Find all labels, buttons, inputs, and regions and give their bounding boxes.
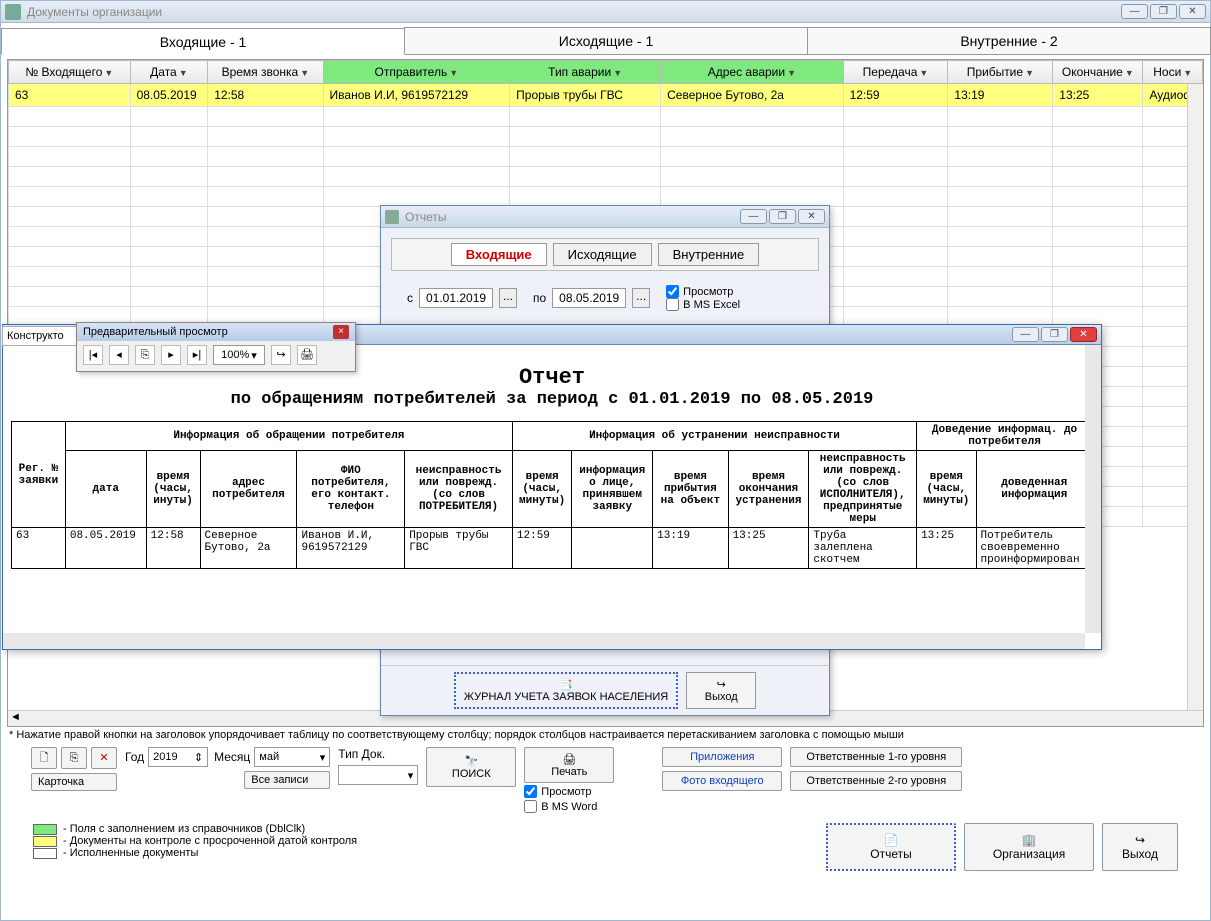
- doctype-label: Тип Док.: [338, 747, 385, 761]
- preview-checkbox[interactable]: [524, 785, 537, 798]
- preview-h-scrollbar[interactable]: [3, 633, 1085, 649]
- col-end[interactable]: Окончание▼: [1053, 61, 1143, 84]
- date-from-input[interactable]: 01.01.2019: [419, 288, 493, 308]
- copy-button[interactable]: ⎘: [61, 747, 87, 769]
- binoculars-icon: 🔭: [464, 755, 478, 768]
- dlg-exit-button[interactable]: ↪Выход: [686, 672, 756, 709]
- journal-icon: 📑: [559, 678, 573, 691]
- all-records-button[interactable]: Все записи: [244, 771, 330, 789]
- legend-swatch-green: [33, 824, 57, 835]
- app-icon: [5, 4, 21, 20]
- minimize-button[interactable]: —: [1121, 4, 1148, 19]
- preview-tb-close[interactable]: ×: [333, 325, 349, 339]
- preview-maximize-button[interactable]: ❐: [1041, 327, 1068, 342]
- dlg-minimize-button[interactable]: —: [740, 209, 767, 224]
- prev-page-button[interactable]: ◂: [109, 345, 129, 365]
- main-title-bar: Документы организации — ❐ ✕: [1, 1, 1210, 23]
- card-button[interactable]: Карточка: [31, 773, 117, 791]
- report-icon: 📄: [884, 833, 899, 847]
- responsible2-button[interactable]: Ответственные 2-го уровня: [790, 771, 962, 791]
- main-tabs: Входящие - 1 Исходящие - 1 Внутренние - …: [1, 27, 1210, 55]
- month-select[interactable]: май▾: [254, 747, 330, 767]
- org-icon: 🏢: [1022, 833, 1037, 847]
- next-page-button[interactable]: ▸: [161, 345, 181, 365]
- table-row[interactable]: [9, 107, 1203, 127]
- first-page-button[interactable]: |◂: [83, 345, 103, 365]
- col-fault-addr[interactable]: Адрес аварии▼: [661, 61, 843, 84]
- report-subtitle: по обращениям потребителей за период с 0…: [11, 390, 1093, 409]
- col-carrier[interactable]: Носи▼: [1143, 61, 1203, 84]
- grid-v-scrollbar[interactable]: [1187, 84, 1203, 710]
- table-row[interactable]: [9, 167, 1203, 187]
- msword-checkbox[interactable]: [524, 800, 537, 813]
- dlg-close-button[interactable]: ✕: [798, 209, 825, 224]
- exit-icon: ↪: [717, 678, 726, 691]
- date-to-picker[interactable]: ...: [632, 288, 650, 308]
- date-to-input[interactable]: 08.05.2019: [552, 288, 626, 308]
- reports-dialog-title-bar: Отчеты — ❐ ✕: [381, 206, 829, 228]
- doctype-select[interactable]: ▾: [338, 765, 418, 785]
- dlg-tab-outgoing[interactable]: Исходящие: [553, 243, 652, 266]
- tab-incoming[interactable]: Входящие - 1: [1, 28, 405, 55]
- table-row[interactable]: [9, 147, 1203, 167]
- dlg-tab-incoming[interactable]: Входящие: [451, 243, 547, 266]
- organization-button[interactable]: 🏢Организация: [964, 823, 1094, 871]
- col-arrival[interactable]: Прибытие▼: [948, 61, 1053, 84]
- bottom-controls: 🗋 ⎘ ✕ Карточка Год 2019⇕ Месяц май▾ Все …: [1, 743, 1210, 817]
- table-row[interactable]: [9, 127, 1203, 147]
- exit-button[interactable]: ↪Выход: [1102, 823, 1178, 871]
- constructor-tab[interactable]: Конструкто: [2, 326, 78, 346]
- legend-swatch-white: [33, 848, 57, 859]
- hint-text: * Нажатие правой кнопки на заголовок упо…: [1, 727, 1210, 743]
- dlg-preview-checkbox[interactable]: [666, 285, 679, 298]
- dialog-icon: [385, 210, 399, 224]
- legend-swatch-yellow: [33, 836, 57, 847]
- tab-internal[interactable]: Внутренние - 2: [807, 27, 1211, 54]
- photo-button[interactable]: Фото входящего: [662, 771, 782, 791]
- tab-outgoing[interactable]: Исходящие - 1: [404, 27, 808, 54]
- preview-window: — ❐ ✕ Отчет по обращениям потребителей з…: [2, 324, 1102, 650]
- col-num[interactable]: № Входящего▼: [9, 61, 131, 84]
- year-input[interactable]: 2019⇕: [148, 747, 208, 767]
- col-transfer[interactable]: Передача▼: [843, 61, 948, 84]
- printer-icon: 🖨: [562, 753, 576, 766]
- main-title-text: Документы организации: [27, 5, 1121, 19]
- preview-minimize-button[interactable]: —: [1012, 327, 1039, 342]
- attachments-button[interactable]: Приложения: [662, 747, 782, 767]
- preview-toolbar: Предварительный просмотр × |◂ ◂ ⎘ ▸ ▸| 1…: [76, 322, 356, 372]
- exit-icon: ↪: [1135, 833, 1145, 847]
- pages-button[interactable]: ⎘: [135, 345, 155, 365]
- responsible1-button[interactable]: Ответственные 1-го уровня: [790, 747, 962, 767]
- last-page-button[interactable]: ▸|: [187, 345, 207, 365]
- col-fault-type[interactable]: Тип аварии▼: [510, 61, 661, 84]
- month-label: Месяц: [214, 750, 250, 764]
- print-preview-button[interactable]: 🖨: [297, 345, 317, 365]
- preview-close-button[interactable]: ✕: [1070, 327, 1097, 342]
- report-table: Рег. № заявки Информация об обращении по…: [11, 421, 1093, 569]
- date-from-picker[interactable]: ...: [499, 288, 517, 308]
- close-button[interactable]: ✕: [1179, 4, 1206, 19]
- dlg-excel-checkbox[interactable]: [666, 298, 679, 311]
- col-sender[interactable]: Отправитель▼: [323, 61, 510, 84]
- reports-button[interactable]: 📄Отчеты: [826, 823, 956, 871]
- table-row[interactable]: [9, 187, 1203, 207]
- search-button[interactable]: 🔭ПОИСК: [426, 747, 516, 787]
- legend: - Поля с заполнением из справочников (Db…: [1, 817, 1210, 877]
- col-time[interactable]: Время звонка▼: [208, 61, 323, 84]
- delete-button[interactable]: ✕: [91, 747, 117, 769]
- print-button[interactable]: 🖨Печать: [524, 747, 614, 783]
- maximize-button[interactable]: ❐: [1150, 4, 1177, 19]
- dlg-tab-internal[interactable]: Внутренние: [658, 243, 760, 266]
- col-date[interactable]: Дата▼: [130, 61, 208, 84]
- report-row: 63 08.05.2019 12:58 Северное Бутово, 2а …: [12, 528, 1093, 569]
- preview-v-scrollbar[interactable]: [1085, 345, 1101, 633]
- zoom-select[interactable]: 100%▾: [213, 345, 265, 365]
- dlg-maximize-button[interactable]: ❐: [769, 209, 796, 224]
- table-row[interactable]: 63 08.05.2019 12:58 Иванов И.И, 96195721…: [9, 84, 1203, 107]
- close-preview-icon-button[interactable]: ↪: [271, 345, 291, 365]
- new-doc-button[interactable]: 🗋: [31, 747, 57, 769]
- report-content: Отчет по обращениям потребителей за пери…: [3, 345, 1101, 573]
- journal-button[interactable]: 📑ЖУРНАЛ УЧЕТА ЗАЯВОК НАСЕЛЕНИЯ: [454, 672, 679, 709]
- year-label: Год: [125, 750, 144, 764]
